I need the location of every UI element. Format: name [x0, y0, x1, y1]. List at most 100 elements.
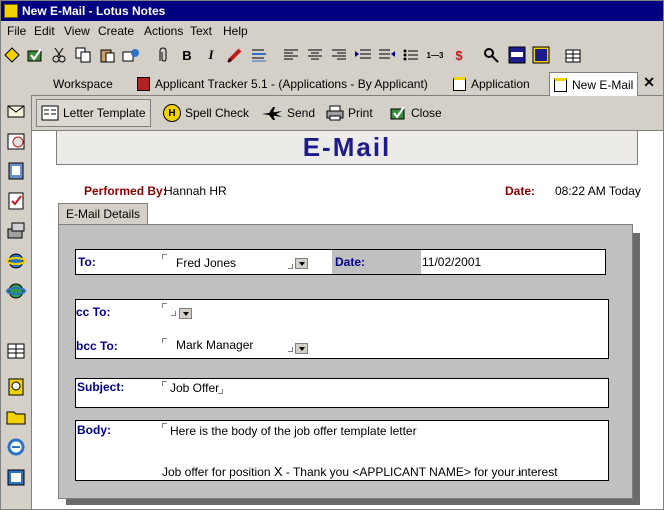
bold-icon[interactable]: B: [177, 45, 197, 65]
print-button[interactable]: Print: [326, 102, 373, 124]
subject-row: Subject: Job Offer: [75, 378, 609, 408]
letter-template-button[interactable]: Letter Template: [36, 99, 151, 127]
workspace-bookmark-icon[interactable]: [6, 341, 26, 363]
folder-bookmark-icon[interactable]: [6, 407, 26, 429]
print-icon: [326, 105, 344, 121]
ie-bookmark-icon[interactable]: [6, 437, 26, 459]
date2-field[interactable]: 11/02/2001: [422, 255, 481, 269]
action-bar: Letter Template H Spell Check Send Print…: [32, 96, 663, 131]
search-icon[interactable]: [481, 45, 501, 65]
save-icon[interactable]: [25, 45, 45, 65]
action-label: Close: [411, 106, 442, 120]
replicator-bookmark-icon[interactable]: [6, 221, 26, 243]
position-placeholder-x: X: [273, 464, 283, 479]
to-field[interactable]: Fred Jones: [176, 256, 236, 270]
document-icon: [554, 77, 567, 92]
browser-bookmark-icon[interactable]: [6, 281, 26, 303]
send-button[interactable]: Send: [261, 102, 315, 124]
field-start-bracket: [162, 254, 167, 259]
body-line-1: Here is the body of the job offer templa…: [170, 424, 417, 438]
subject-field[interactable]: Job Offer: [170, 381, 219, 395]
template-icon: [41, 105, 59, 121]
bullets-icon[interactable]: [401, 45, 421, 65]
highlighter-icon[interactable]: [225, 45, 245, 65]
outdent-icon[interactable]: [377, 45, 397, 65]
menu-text[interactable]: Text: [190, 24, 212, 38]
tab-label: New E-Mail: [572, 77, 634, 92]
bcc-dropdown-icon[interactable]: [295, 343, 308, 354]
body-label: Body:: [77, 423, 111, 437]
help-bookmark-icon[interactable]: [6, 377, 26, 399]
to-row: To: Fred Jones Date: 11/02/2001: [75, 249, 606, 275]
cut-icon[interactable]: [49, 45, 69, 65]
calendar-bookmark-icon[interactable]: [6, 131, 26, 153]
numbers-icon[interactable]: 1—3: [425, 45, 445, 65]
date-value: 08:22 AM Today: [555, 184, 641, 198]
tab-email-details[interactable]: E-Mail Details: [58, 203, 148, 224]
tab-application[interactable]: Application: [453, 73, 530, 94]
spell-check-button[interactable]: H Spell Check: [163, 102, 249, 124]
mail-bookmark-icon[interactable]: [6, 101, 26, 123]
align-left-icon[interactable]: [281, 45, 301, 65]
smarticon-toolbar: B I 1—3 $: [1, 41, 663, 71]
document-area: E-Mail Performed By: Hannah HR Date: 08:…: [32, 131, 663, 509]
window-title: New E-Mail - Lotus Notes: [22, 4, 166, 18]
spell-dollar-icon[interactable]: $: [449, 45, 469, 65]
paste-special-icon[interactable]: [121, 45, 141, 65]
table-icon[interactable]: [563, 45, 583, 65]
tab-workspace[interactable]: Workspace: [53, 73, 113, 94]
to-dropdown-icon[interactable]: [295, 258, 308, 269]
field-start-bracket: [162, 381, 167, 386]
action-label: Print: [348, 106, 373, 120]
menu-edit[interactable]: Edit: [34, 24, 55, 38]
title-bar: New E-Mail - Lotus Notes: [1, 1, 663, 21]
abc-book-icon[interactable]: [507, 45, 527, 65]
menu-bar: File Edit View Create Actions Text Help: [1, 21, 663, 41]
field-end-bracket: [171, 311, 176, 316]
form-title: E-Mail: [302, 132, 392, 162]
main-window: New E-Mail - Lotus Notes File Edit View …: [0, 0, 664, 510]
close-tab-icon[interactable]: ✕: [643, 74, 655, 91]
indent-icon[interactable]: [353, 45, 373, 65]
to-label: To:: [78, 255, 96, 269]
close-button[interactable]: Close: [389, 102, 442, 124]
bcc-label: bcc To:: [76, 339, 118, 353]
internet-bookmark-icon[interactable]: [6, 251, 26, 273]
menu-create[interactable]: Create: [98, 24, 134, 38]
spell-check-icon: H: [163, 104, 181, 122]
menu-help[interactable]: Help: [223, 24, 248, 38]
field-end-bracket: [218, 389, 223, 394]
action-label: Send: [287, 106, 316, 120]
performed-by-label: Performed By:: [84, 184, 167, 198]
email-banner: E-Mail: [56, 131, 638, 165]
date2-label: Date:: [335, 255, 366, 269]
todo-bookmark-icon[interactable]: [6, 191, 26, 213]
navigate-icon[interactable]: [2, 45, 22, 65]
menu-actions[interactable]: Actions: [144, 24, 183, 38]
paste-icon[interactable]: [97, 45, 117, 65]
address-book-bookmark-icon[interactable]: [6, 161, 26, 183]
menu-view[interactable]: View: [64, 24, 90, 38]
picture-icon[interactable]: [531, 45, 551, 65]
tab-label: Applicant Tracker 5.1 - (Applications - …: [155, 76, 428, 91]
tab-new-email[interactable]: New E-Mail: [549, 72, 639, 96]
menu-file[interactable]: File: [7, 24, 26, 38]
permanent-pen-icon[interactable]: [249, 45, 269, 65]
databases-bookmark-icon[interactable]: [6, 467, 26, 489]
bcc-field[interactable]: Mark Manager: [176, 338, 253, 352]
align-center-icon[interactable]: [305, 45, 325, 65]
close-doc-icon: [389, 105, 407, 121]
italic-icon[interactable]: I: [201, 45, 221, 65]
tab-bar: Workspace Applicant Tracker 5.1 - (Appli…: [1, 71, 663, 96]
body-line-2: Job offer for position X - Thank you <AP…: [162, 464, 558, 479]
copy-icon[interactable]: [73, 45, 93, 65]
field-start-bracket: [162, 423, 167, 428]
performed-by-value: Hannah HR: [164, 184, 227, 198]
cc-dropdown-icon[interactable]: [179, 308, 192, 319]
tab-label: Workspace: [53, 76, 113, 91]
send-plane-icon: [261, 105, 283, 121]
attach-icon[interactable]: [153, 45, 173, 65]
field-end-bracket: [288, 264, 293, 269]
tab-applicant-tracker[interactable]: Applicant Tracker 5.1 - (Applications - …: [137, 73, 428, 94]
align-right-icon[interactable]: [329, 45, 349, 65]
